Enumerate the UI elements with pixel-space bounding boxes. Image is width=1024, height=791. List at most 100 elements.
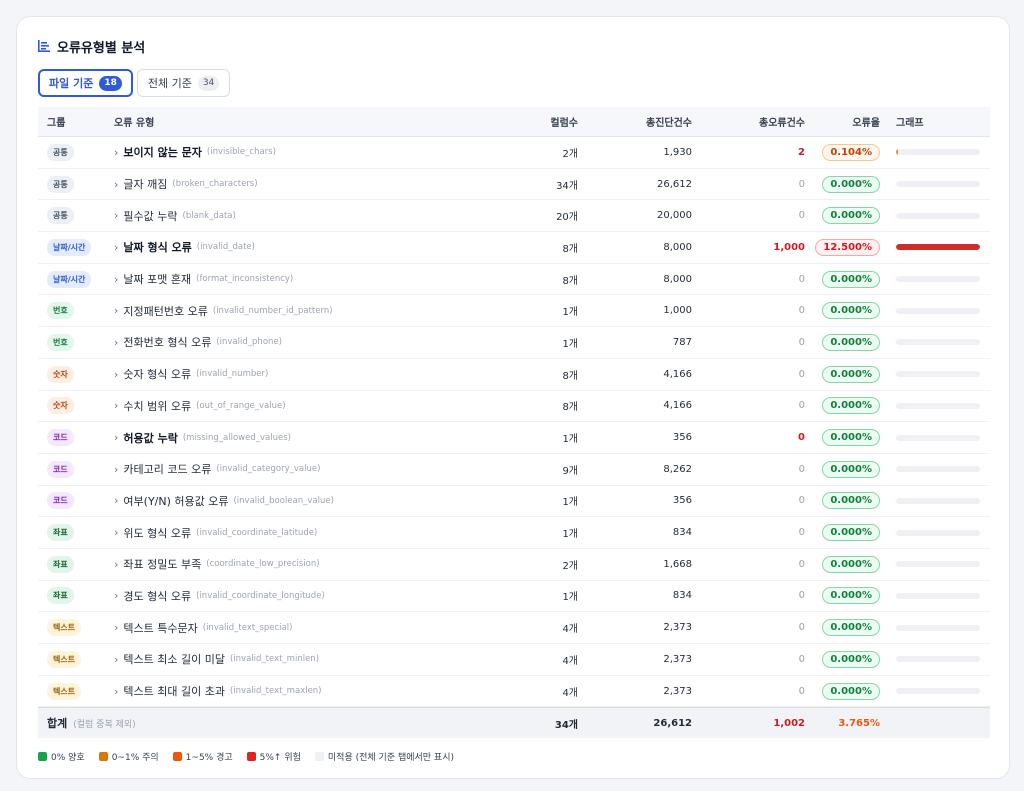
total-diagnosed: 1,668 bbox=[663, 558, 692, 570]
legend-swatch bbox=[172, 752, 182, 761]
legend-item: 1~5% 경고 bbox=[172, 750, 233, 763]
error-type-code: (invalid_text_special) bbox=[202, 622, 293, 633]
table-row[interactable]: 날짜/시간 › 날짜 포맷 혼재 (format_inconsistency) 8개 8,… bbox=[38, 264, 990, 296]
type-cell: › 카테고리 코드 오류 (invalid_category_value) bbox=[114, 461, 514, 477]
error-type-code: (invalid_number_id_pattern) bbox=[212, 305, 333, 316]
error-type-code: (blank_data) bbox=[182, 210, 236, 221]
error-type-name: 전화번호 형식 오류 bbox=[123, 336, 212, 350]
error-rate-badge: 12.500% bbox=[815, 238, 880, 256]
error-rate-badge: 0.000% bbox=[822, 175, 880, 193]
tab-count-badge: 34 bbox=[197, 75, 220, 91]
group-badge: 날짜/시간 bbox=[47, 270, 92, 288]
column-count: 8개 bbox=[562, 402, 578, 414]
graph-cell bbox=[880, 656, 990, 663]
group-badge: 공통 bbox=[47, 207, 74, 225]
chevron-right-icon[interactable]: › bbox=[114, 399, 118, 412]
error-type-name: 글자 깨짐 bbox=[123, 178, 168, 192]
tab-total-basis[interactable]: 전체 기준 34 bbox=[136, 69, 231, 97]
column-count: 2개 bbox=[562, 560, 578, 572]
total-diagnosed: 20,000 bbox=[657, 210, 692, 222]
table-row[interactable]: 공통 › 글자 깨짐 (broken_characters) 34개 26,612 0 0.0… bbox=[38, 169, 990, 201]
chevron-right-icon[interactable]: › bbox=[114, 304, 118, 317]
tab-file-basis[interactable]: 파일 기준 18 bbox=[38, 69, 133, 97]
graph-cell bbox=[880, 497, 990, 504]
table-row[interactable]: 숫자 › 수치 범위 오류 (out_of_range_value) 8개 4,166 0 0… bbox=[38, 391, 990, 423]
type-cell: › 텍스트 특수문자 (invalid_text_special) bbox=[114, 620, 514, 636]
chevron-right-icon[interactable]: › bbox=[114, 431, 118, 444]
type-cell: › 날짜 형식 오류 (invalid_date) bbox=[114, 239, 514, 255]
rate-cell: 0.000% bbox=[805, 460, 880, 478]
total-errors: 0 bbox=[798, 527, 805, 539]
type-cell: › 수치 범위 오류 (out_of_range_value) bbox=[114, 398, 514, 414]
graph-cell bbox=[880, 402, 990, 409]
chevron-right-icon[interactable]: › bbox=[114, 526, 118, 539]
table-row[interactable]: 공통 › 보이지 않는 문자 (invisible_chars) 2개 1,930 2 0.1… bbox=[38, 137, 990, 169]
chevron-right-icon[interactable]: › bbox=[114, 273, 118, 286]
table-row[interactable]: 텍스트 › 텍스트 최대 길이 초과 (invalid_text_maxlen) 4개 2… bbox=[38, 676, 990, 708]
table-row[interactable]: 숫자 › 숫자 형식 오류 (invalid_number) 8개 4,166 0 0.000… bbox=[38, 359, 990, 391]
error-type-code: (invalid_number) bbox=[196, 369, 269, 380]
chevron-right-icon[interactable]: › bbox=[114, 146, 118, 159]
graph-cell bbox=[880, 434, 990, 441]
total-errors: 2 bbox=[798, 146, 805, 158]
table-row[interactable]: 공통 › 필수값 누락 (blank_data) 20개 20,000 0 0.000% bbox=[38, 200, 990, 233]
type-cell: › 좌표 정밀도 부족 (coordinate_low_precision) bbox=[114, 556, 514, 572]
group-cell: 좌표 bbox=[38, 524, 114, 542]
chevron-right-icon[interactable]: › bbox=[114, 558, 118, 571]
legend-swatch bbox=[246, 752, 256, 761]
graph-cell bbox=[880, 592, 990, 599]
total-diagnosed: 356 bbox=[672, 495, 692, 507]
chevron-right-icon[interactable]: › bbox=[114, 589, 118, 602]
group-badge: 공통 bbox=[47, 143, 74, 161]
table-row[interactable]: 번호 › 지정패턴번호 오류 (invalid_number_id_pattern) 1… bbox=[38, 295, 990, 328]
table-body: 공통 › 보이지 않는 문자 (invisible_chars) 2개 1,930 2 0.1… bbox=[38, 137, 990, 708]
type-cell: › 날짜 포맷 혼재 (format_inconsistency) bbox=[114, 271, 514, 287]
chevron-right-icon[interactable]: › bbox=[114, 621, 118, 634]
error-type-name: 텍스트 특수문자 bbox=[123, 621, 198, 635]
chevron-right-icon[interactable]: › bbox=[114, 463, 118, 476]
error-type-name: 지정패턴번호 오류 bbox=[123, 304, 208, 318]
error-type-code: (missing_allowed_values) bbox=[182, 432, 291, 443]
tab-count-badge: 18 bbox=[99, 75, 122, 91]
rate-bar-track bbox=[896, 181, 980, 188]
legend-item: 0~1% 주의 bbox=[98, 750, 159, 763]
chevron-right-icon[interactable]: › bbox=[114, 241, 118, 254]
chevron-right-icon[interactable]: › bbox=[114, 685, 118, 698]
rate-cell: 0.000% bbox=[805, 397, 880, 415]
error-rate-badge: 0.000% bbox=[822, 682, 880, 700]
error-type-code: (invalid_coordinate_longitude) bbox=[196, 590, 325, 601]
table-row[interactable]: 텍스트 › 텍스트 최소 길이 미달 (invalid_text_minlen) 4개 2… bbox=[38, 644, 990, 676]
legend-item: 5%↑ 위험 bbox=[246, 750, 301, 763]
table-row[interactable]: 좌표 › 위도 형식 오류 (invalid_coordinate_latitude)… bbox=[38, 517, 990, 549]
total-rate: 3.765% bbox=[838, 717, 880, 729]
total-errors: 0 bbox=[798, 432, 805, 444]
chevron-right-icon[interactable]: › bbox=[114, 336, 118, 349]
table-row[interactable]: 좌표 › 좌표 정밀도 부족 (coordinate_low_precision) 2개… bbox=[38, 549, 990, 581]
error-rate-badge: 0.000% bbox=[822, 460, 880, 478]
group-cell: 텍스트 bbox=[38, 650, 114, 668]
group-badge: 텍스트 bbox=[47, 619, 82, 637]
chevron-right-icon[interactable]: › bbox=[114, 209, 118, 222]
table-row[interactable]: 텍스트 › 텍스트 특수문자 (invalid_text_special) 4개 2,37… bbox=[38, 612, 990, 644]
group-cell: 코드 bbox=[38, 492, 114, 510]
chevron-right-icon[interactable]: › bbox=[114, 653, 118, 666]
table-row[interactable]: 번호 › 전화번호 형식 오류 (invalid_phone) 1개 787 0 0.000% bbox=[38, 327, 990, 359]
error-type-name: 카테고리 코드 오류 bbox=[123, 463, 212, 477]
rate-cell: 0.000% bbox=[805, 333, 880, 351]
table-row[interactable]: 코드 › 허용값 누락 (missing_allowed_values) 1개 356 0 0… bbox=[38, 422, 990, 454]
table-row[interactable]: 코드 › 카테고리 코드 오류 (invalid_category_value) 9개 8… bbox=[38, 454, 990, 486]
chevron-right-icon[interactable]: › bbox=[114, 178, 118, 191]
total-errors: 0 bbox=[798, 273, 805, 285]
table-row[interactable]: 날짜/시간 › 날짜 형식 오류 (invalid_date) 8개 8,000 1,000… bbox=[38, 232, 990, 264]
legend-label: 0~1% 주의 bbox=[111, 753, 159, 763]
chevron-right-icon[interactable]: › bbox=[114, 368, 118, 381]
total-diagnosed: 1,000 bbox=[663, 305, 692, 317]
group-cell: 숫자 bbox=[38, 397, 114, 415]
chevron-right-icon[interactable]: › bbox=[114, 494, 118, 507]
error-type-code: (invalid_date) bbox=[196, 242, 255, 253]
error-type-code: (invalid_phone) bbox=[216, 337, 282, 348]
table-row[interactable]: 좌표 › 경도 형식 오류 (invalid_coordinate_longitude… bbox=[38, 581, 990, 613]
table-row[interactable]: 코드 › 여부(Y/N) 허용값 오류 (invalid_boolean_value)… bbox=[38, 486, 990, 518]
rate-bar-track bbox=[896, 497, 980, 504]
total-diagnosed: 2,373 bbox=[663, 653, 692, 665]
